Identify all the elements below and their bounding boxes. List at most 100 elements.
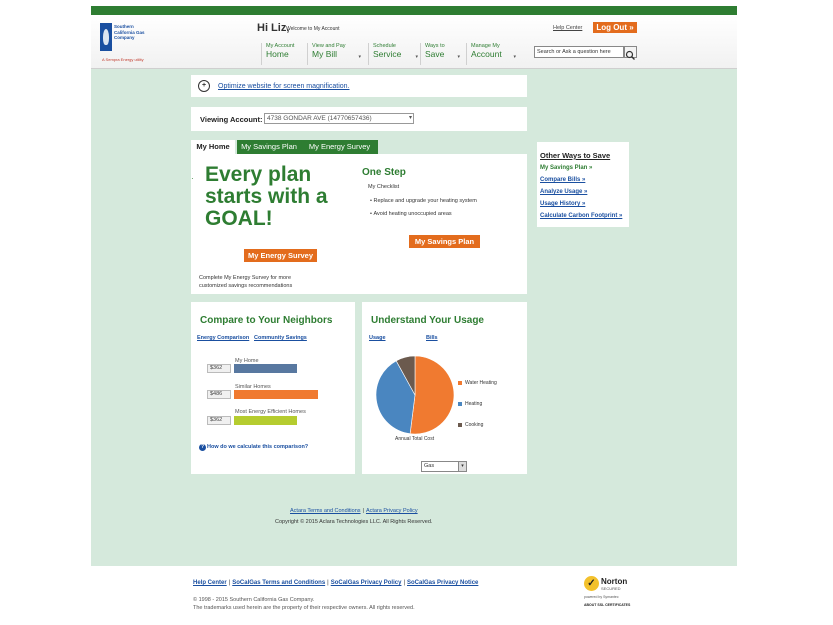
aclara-privacy-link[interactable]: Actara Privacy Policy [366,508,418,514]
legend-label: Heating [465,401,483,407]
checklist-item-text: Avoid heating unoccupied areas [373,211,452,217]
checklist-item: • Avoid heating unoccupied areas [370,211,452,217]
fuel-type-value: Gas [424,463,435,469]
nav-bill[interactable]: View and Pay My Bill ▾ [307,43,363,65]
aclara-terms-link[interactable]: Actara Terms and Conditions [290,508,361,514]
magnify-plus-icon[interactable]: + [198,80,210,92]
nav-save-big: Save [425,49,445,59]
chevron-down-icon: ▾ [358,54,361,60]
chevron-down-icon: ▾ [457,54,460,60]
sidebar-link-usage-history[interactable]: Usage History » [540,201,585,207]
tab-my-home[interactable]: My Home [191,140,235,154]
understand-usage-card: Understand Your Usage Usage Bills Water … [362,302,527,474]
bar-value-similar-homes: $486 [207,390,231,399]
bills-link[interactable]: Bills [426,335,438,341]
bar-value-efficient-homes: $362 [207,416,231,425]
nav-service[interactable]: Schedule Service ▾ [368,43,420,65]
account-select[interactable]: 4738 GONDAR AVE (14770657436) ▾ [264,113,414,124]
survey-note: Complete My Energy Survey for more custo… [199,275,293,289]
nav-save[interactable]: Ways to Save ▾ [420,43,462,65]
usage-pie-chart[interactable] [374,354,456,436]
footer-copyright-line2: The trademarks used herein are the prope… [193,605,415,611]
nav-account[interactable]: Manage My Account ▾ [466,43,518,65]
sidebar-link-compare-bills[interactable]: Compare Bills » [540,177,585,183]
top-brand-bar [91,6,737,15]
nav-home[interactable]: My Account Home [261,43,309,65]
info-icon: ? [199,444,206,451]
account-label: Viewing Account: [200,115,263,124]
pie-slice-water-heating[interactable] [409,355,455,435]
norton-name: Norton [601,577,628,586]
search-icon [625,50,635,60]
pie-caption: Annual Total Cost [395,436,435,442]
checklist-label: My Checklist [368,184,400,190]
calculation-info-link[interactable]: ? How do we calculate this comparison? [199,444,308,451]
tab-my-savings-plan[interactable]: My Savings Plan [237,140,301,154]
checkmark-icon: ✓ [584,576,599,591]
compare-title: Compare to Your Neighbors [200,315,333,326]
separator: | [327,580,329,586]
magnification-panel: + Optimize website for screen magnificat… [191,75,527,97]
savings-plan-button[interactable]: My Savings Plan [409,235,480,248]
socalgas-logo[interactable]: Southern California Gas Company A Sempra… [100,21,152,65]
norton-about-ssl: ABOUT SSL CERTIFICATES [584,603,631,607]
footer-terms-link[interactable]: SoCalGas Terms and Conditions [232,580,325,586]
footer-copyright-line1: © 1998 - 2015 Southern California Gas Co… [193,597,315,603]
compare-neighbors-card: Compare to Your Neighbors Energy Compari… [191,302,355,474]
bar-label-efficient-homes: Most Energy Efficient Homes [235,409,306,415]
usage-link[interactable]: Usage [369,335,386,341]
other-ways-title: Other Ways to Save [540,151,611,160]
chevron-down-icon: ▾ [415,54,418,60]
fuel-type-select[interactable]: Gas ▾ [421,461,467,472]
nav-account-big: Account [471,49,502,59]
sidebar-link-savings-plan[interactable]: My Savings Plan » [540,165,592,171]
bullet-dot: · [191,174,194,183]
legend-swatch [458,422,462,427]
flame-logo-icon [100,23,112,51]
nav-service-big: Service [373,49,402,59]
nav-bill-big: My Bill [312,49,338,59]
norton-powered-by: powered by Symantec [584,595,619,599]
legend-item: Cooking [458,422,483,428]
search-input[interactable] [534,46,624,58]
calculation-info-text: How do we calculate this comparison? [207,444,309,450]
usage-title: Understand Your Usage [371,315,484,326]
legend-item: Water Heating [458,380,497,386]
bar-my-home [234,364,297,373]
footer-help-center-link[interactable]: Help Center [193,580,227,586]
tab-my-energy-survey[interactable]: My Energy Survey [301,140,378,154]
aclara-footer-links: Actara Terms and Conditions | Actara Priva… [290,508,418,514]
community-savings-link[interactable]: Community Savings [254,335,307,341]
search-button[interactable] [624,46,637,60]
separator: | [362,508,364,514]
footer-links: Help Center | SoCalGas Terms and Condition… [193,580,478,586]
sidebar-link-carbon-footprint[interactable]: Calculate Carbon Footprint » [540,213,622,219]
norton-secured-badge[interactable]: ✓ Norton SECURED powered by Symantec ABO… [583,575,635,609]
legend-label: Cooking [465,422,484,428]
nav-home-big: Home [266,49,289,59]
footer-privacy-notice-link[interactable]: SoCalGas Privacy Notice [407,580,478,586]
bar-similar-homes [234,390,318,399]
legend-item: Heating [458,401,482,407]
logout-button[interactable]: Log Out » [593,22,637,33]
energy-survey-button[interactable]: My Energy Survey [244,249,317,262]
other-ways-panel: Other Ways to Save My Savings Plan » Com… [537,142,629,227]
account-select-value: 4738 GONDAR AVE (14770657436) [267,115,372,122]
energy-comparison-link[interactable]: Energy Comparison [197,335,249,341]
magnification-link[interactable]: Optimize website for screen magnificatio… [218,83,350,90]
home-panel: · Every plan starts with a GOAL! My Ener… [191,154,527,294]
legend-swatch [458,401,462,406]
welcome-text: Welcome to My Account [286,26,340,32]
account-panel: Viewing Account: 4738 GONDAR AVE (147706… [191,107,527,131]
greeting: Hi Liz, [257,22,290,34]
footer-privacy-policy-link[interactable]: SoCalGas Privacy Policy [331,580,402,586]
sidebar-link-analyze-usage[interactable]: Analyze Usage » [540,189,587,195]
legend-label: Water Heating [465,380,497,386]
bar-efficient-homes [234,416,297,425]
separator: | [228,580,231,586]
norton-secured-text: SECURED [601,586,621,591]
bar-value-my-home: $362 [207,364,231,373]
help-center-link[interactable]: Help Center [553,25,582,31]
legend-swatch [458,380,462,385]
checklist-item-text: Replace and upgrade your heating system [373,198,477,204]
